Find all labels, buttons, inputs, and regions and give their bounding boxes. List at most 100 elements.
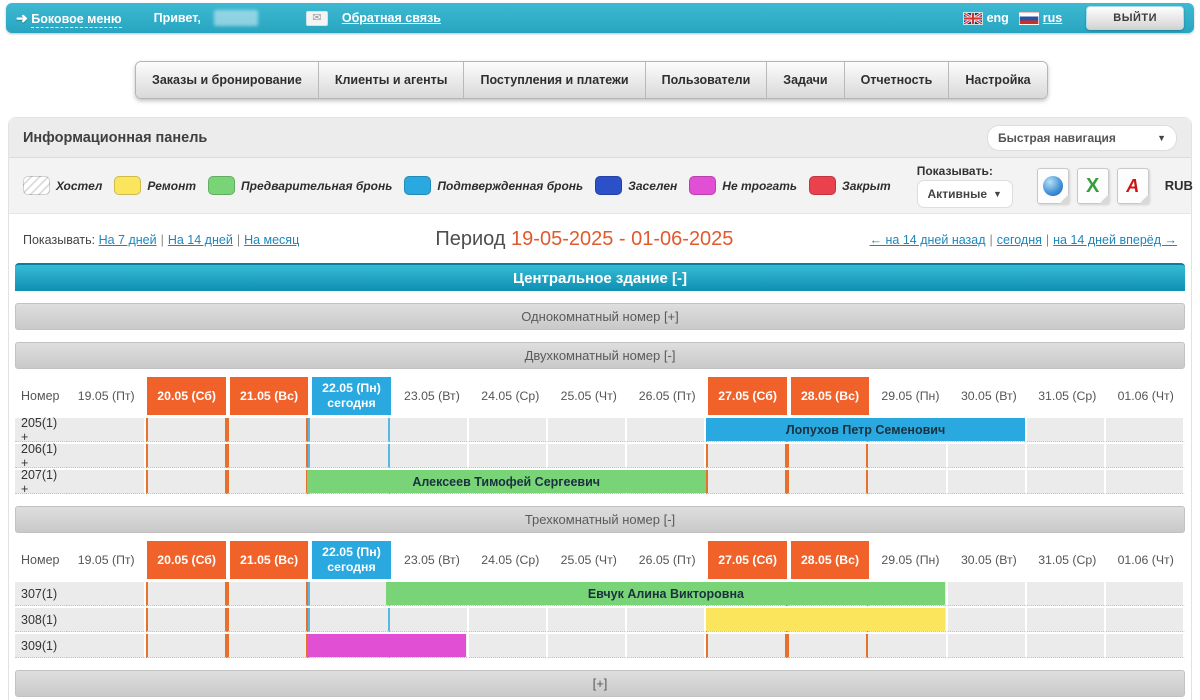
day-cell[interactable] [706,470,787,494]
booking-bar[interactable] [706,608,946,631]
day-cell[interactable] [146,444,227,468]
day-cell[interactable] [1106,470,1185,494]
day-cell[interactable] [469,634,548,658]
room-type-bar[interactable]: Однокомнатный номер [+] [15,303,1185,330]
period-forward-link[interactable]: на 14 дней вперёд → [1053,233,1177,247]
day-cell[interactable] [67,608,146,632]
day-cell[interactable] [1106,608,1185,632]
day-cell[interactable] [948,608,1027,632]
day-cell[interactable] [227,418,308,442]
booking-bar[interactable] [307,634,467,657]
legend-swatch-repair [114,176,141,195]
day-cell[interactable] [390,608,469,632]
day-cell[interactable] [1027,444,1106,468]
day-cell[interactable] [469,608,548,632]
day-cell[interactable] [1106,444,1185,468]
nav-tab-6[interactable]: Настройка [949,62,1046,98]
active-filter-select[interactable]: Активные ▼ [917,180,1013,208]
side-menu-link[interactable]: ➜ Боковое меню [16,11,122,26]
room-label[interactable]: 205(1) + [15,418,67,442]
booking-bar[interactable]: Лопухов Петр Семенович [706,418,1025,441]
room-type-bar[interactable]: Двухкомнатный номер [-] [15,342,1185,369]
day-cell[interactable] [1027,582,1106,606]
day-cell[interactable] [948,470,1027,494]
day-cell[interactable] [948,582,1027,606]
quick-nav-select[interactable]: Быстрая навигация ▼ [987,125,1177,151]
nav-tab-2[interactable]: Поступления и платежи [464,62,645,98]
day-cell[interactable] [868,470,947,494]
day-cell[interactable] [146,418,227,442]
excel-export-icon[interactable]: X [1077,168,1109,204]
day-cell[interactable] [1027,418,1106,442]
nav-tab-5[interactable]: Отчетность [845,62,950,98]
day-cell[interactable] [390,444,469,468]
day-cell[interactable] [67,470,146,494]
day-cell[interactable] [1027,470,1106,494]
range-7-days-link[interactable]: На 7 дней [99,233,157,247]
day-cell[interactable] [548,418,627,442]
day-cell[interactable] [1106,582,1185,606]
nav-tab-0[interactable]: Заказы и бронирование [136,62,319,98]
web-export-icon[interactable] [1037,168,1069,204]
day-cell[interactable] [548,444,627,468]
day-cell[interactable] [868,444,947,468]
day-cell[interactable] [146,470,227,494]
nav-tab-1[interactable]: Клиенты и агенты [319,62,465,98]
day-cell[interactable] [1027,608,1106,632]
room-type-bar[interactable]: [+] [15,670,1185,697]
day-cell[interactable] [227,634,308,658]
period-today-link[interactable]: сегодня [997,233,1042,247]
day-cell[interactable] [67,444,146,468]
day-cell[interactable] [308,418,389,442]
day-cell[interactable] [787,634,868,658]
day-cell[interactable] [627,634,706,658]
day-cell[interactable] [868,634,947,658]
logout-button[interactable]: выйти [1086,6,1184,30]
lang-rus[interactable]: rus [1019,11,1062,25]
feedback-link[interactable]: Обратная связь [342,11,441,25]
day-cell[interactable] [308,608,389,632]
day-cell[interactable] [146,608,227,632]
day-cell[interactable] [787,470,868,494]
room-label[interactable]: 206(1) + [15,444,67,468]
period-back-link[interactable]: ← на 14 дней назад [870,233,986,247]
day-cell[interactable] [67,582,146,606]
day-cell[interactable] [787,444,868,468]
day-cell[interactable] [227,582,308,606]
booking-bar[interactable]: Алексеев Тимофей Сергеевич [307,470,706,493]
range-14-days-link[interactable]: На 14 дней [168,233,233,247]
day-cell[interactable] [227,608,308,632]
day-cell[interactable] [67,634,146,658]
day-cell[interactable] [227,470,308,494]
range-month-link[interactable]: На месяц [244,233,299,247]
day-cell[interactable] [390,418,469,442]
day-cell[interactable] [706,444,787,468]
day-cell[interactable] [627,418,706,442]
lang-eng[interactable]: eng [963,11,1009,25]
day-cell[interactable] [67,418,146,442]
day-cell[interactable] [627,608,706,632]
day-cell[interactable] [227,444,308,468]
day-cell[interactable] [706,634,787,658]
booking-bar[interactable]: Евчук Алина Викторовна [386,582,945,605]
day-cell[interactable] [469,418,548,442]
nav-tab-3[interactable]: Пользователи [646,62,768,98]
pdf-export-icon[interactable]: A [1117,168,1149,204]
day-cell[interactable] [146,582,227,606]
day-cell[interactable] [627,444,706,468]
day-cell[interactable] [469,444,548,468]
nav-tab-4[interactable]: Задачи [767,62,844,98]
day-cell[interactable] [308,444,389,468]
day-cell[interactable] [548,608,627,632]
day-cell[interactable] [948,444,1027,468]
day-cell[interactable] [146,634,227,658]
day-cell[interactable] [1106,634,1185,658]
day-cell[interactable] [1106,418,1185,442]
room-label[interactable]: 207(1) + [15,470,67,494]
day-cell[interactable] [948,634,1027,658]
day-cell[interactable] [308,582,389,606]
building-header[interactable]: Центральное здание [-] [15,263,1185,291]
room-type-bar[interactable]: Трехкомнатный номер [-] [15,506,1185,533]
day-cell[interactable] [1027,634,1106,658]
day-cell[interactable] [548,634,627,658]
